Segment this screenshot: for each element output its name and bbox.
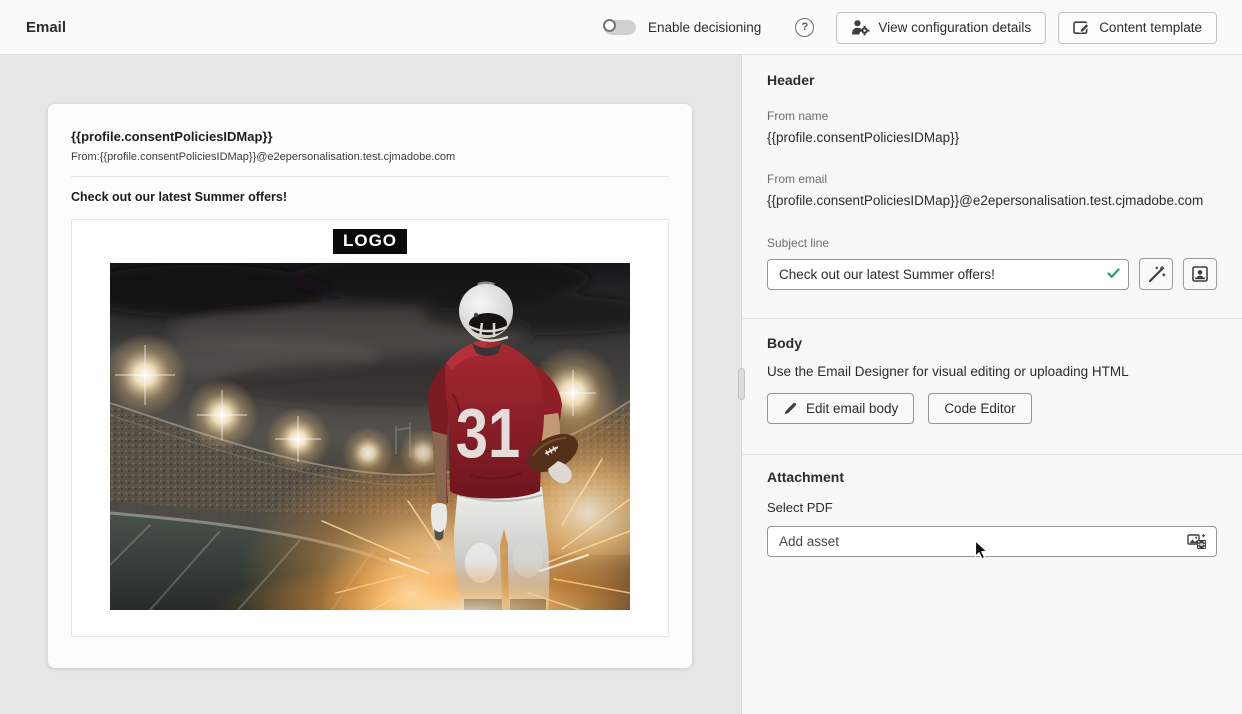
edit-email-body-button[interactable]: Edit email body bbox=[767, 393, 915, 424]
personalization-wand-button[interactable] bbox=[1139, 258, 1173, 290]
top-bar: Email Enable decisioning ? View configur… bbox=[0, 0, 1242, 55]
view-configuration-details-button[interactable]: View configuration details bbox=[836, 11, 1047, 44]
add-asset-field[interactable]: Add asset bbox=[767, 526, 1217, 557]
brand-logo: LOGO bbox=[332, 229, 408, 254]
email-preview-canvas: {{profile.consentPoliciesIDMap}} From:{{… bbox=[0, 55, 741, 714]
workspace: {{profile.consentPoliciesIDMap}} From:{{… bbox=[0, 55, 1242, 714]
body-buttons-row: Edit email body Code Editor bbox=[767, 393, 1217, 424]
edit-email-body-label: Edit email body bbox=[806, 401, 899, 416]
content-template-icon bbox=[1073, 20, 1090, 34]
email-editor-screen: Email Enable decisioning ? View configur… bbox=[0, 0, 1242, 714]
top-bar-actions: Enable decisioning ? View configuration … bbox=[602, 0, 1217, 55]
code-editor-label: Code Editor bbox=[944, 401, 1016, 416]
magic-wand-icon bbox=[1148, 265, 1165, 282]
from-email-value: {{profile.consentPoliciesIDMap}}@e2epers… bbox=[767, 193, 1204, 208]
body-description: Use the Email Designer for visual editin… bbox=[767, 364, 1129, 379]
from-name-value: {{profile.consentPoliciesIDMap}} bbox=[767, 130, 960, 145]
page-title: Email bbox=[26, 18, 67, 36]
pencil-icon bbox=[784, 402, 797, 415]
user-gear-icon bbox=[852, 20, 870, 36]
jersey-number: 31 bbox=[456, 394, 521, 472]
enable-decisioning-label: Enable decisioning bbox=[647, 20, 762, 35]
subject-line-input[interactable] bbox=[767, 258, 1129, 290]
content-template-button[interactable]: Content template bbox=[1058, 11, 1217, 44]
body-section-title: Body bbox=[767, 335, 802, 351]
asset-picker-icon bbox=[1187, 534, 1206, 549]
email-preview-card: {{profile.consentPoliciesIDMap}} From:{{… bbox=[48, 104, 692, 668]
preview-divider bbox=[71, 176, 669, 177]
code-editor-button[interactable]: Code Editor bbox=[928, 393, 1032, 424]
enable-decisioning-toggle[interactable] bbox=[602, 19, 636, 35]
email-body-preview: LOGO 31 bbox=[71, 219, 669, 637]
header-section-title: Header bbox=[767, 72, 815, 88]
section-divider bbox=[742, 454, 1242, 455]
section-divider bbox=[742, 318, 1242, 319]
view-configuration-details-label: View configuration details bbox=[878, 20, 1032, 35]
email-settings-panel: Header From name {{profile.consentPolici… bbox=[738, 55, 1242, 714]
hero-image-football-player: 31 bbox=[110, 263, 630, 610]
subject-line-label: Subject line bbox=[767, 236, 830, 250]
preview-subject: Check out our latest Summer offers! bbox=[71, 190, 288, 204]
subject-input-wrap bbox=[767, 258, 1129, 290]
subject-line-row bbox=[767, 258, 1217, 290]
content-template-label: Content template bbox=[1099, 20, 1202, 35]
panel-resize-handle[interactable] bbox=[738, 368, 745, 400]
toggle-knob bbox=[602, 19, 616, 32]
from-email-label: From email bbox=[767, 172, 828, 186]
preview-from-name: {{profile.consentPoliciesIDMap}} bbox=[71, 129, 273, 144]
valid-check-icon bbox=[1107, 267, 1120, 278]
help-icon[interactable]: ? bbox=[795, 18, 815, 37]
preview-from-address: From:{{profile.consentPoliciesIDMap}}@e2… bbox=[71, 151, 456, 163]
preview-profile-button[interactable] bbox=[1183, 258, 1217, 290]
contact-badge-icon bbox=[1192, 266, 1208, 282]
attachment-section-title: Attachment bbox=[767, 469, 845, 485]
select-pdf-label: Select PDF bbox=[767, 500, 833, 515]
from-name-label: From name bbox=[767, 109, 829, 123]
add-asset-label: Add asset bbox=[779, 534, 840, 549]
